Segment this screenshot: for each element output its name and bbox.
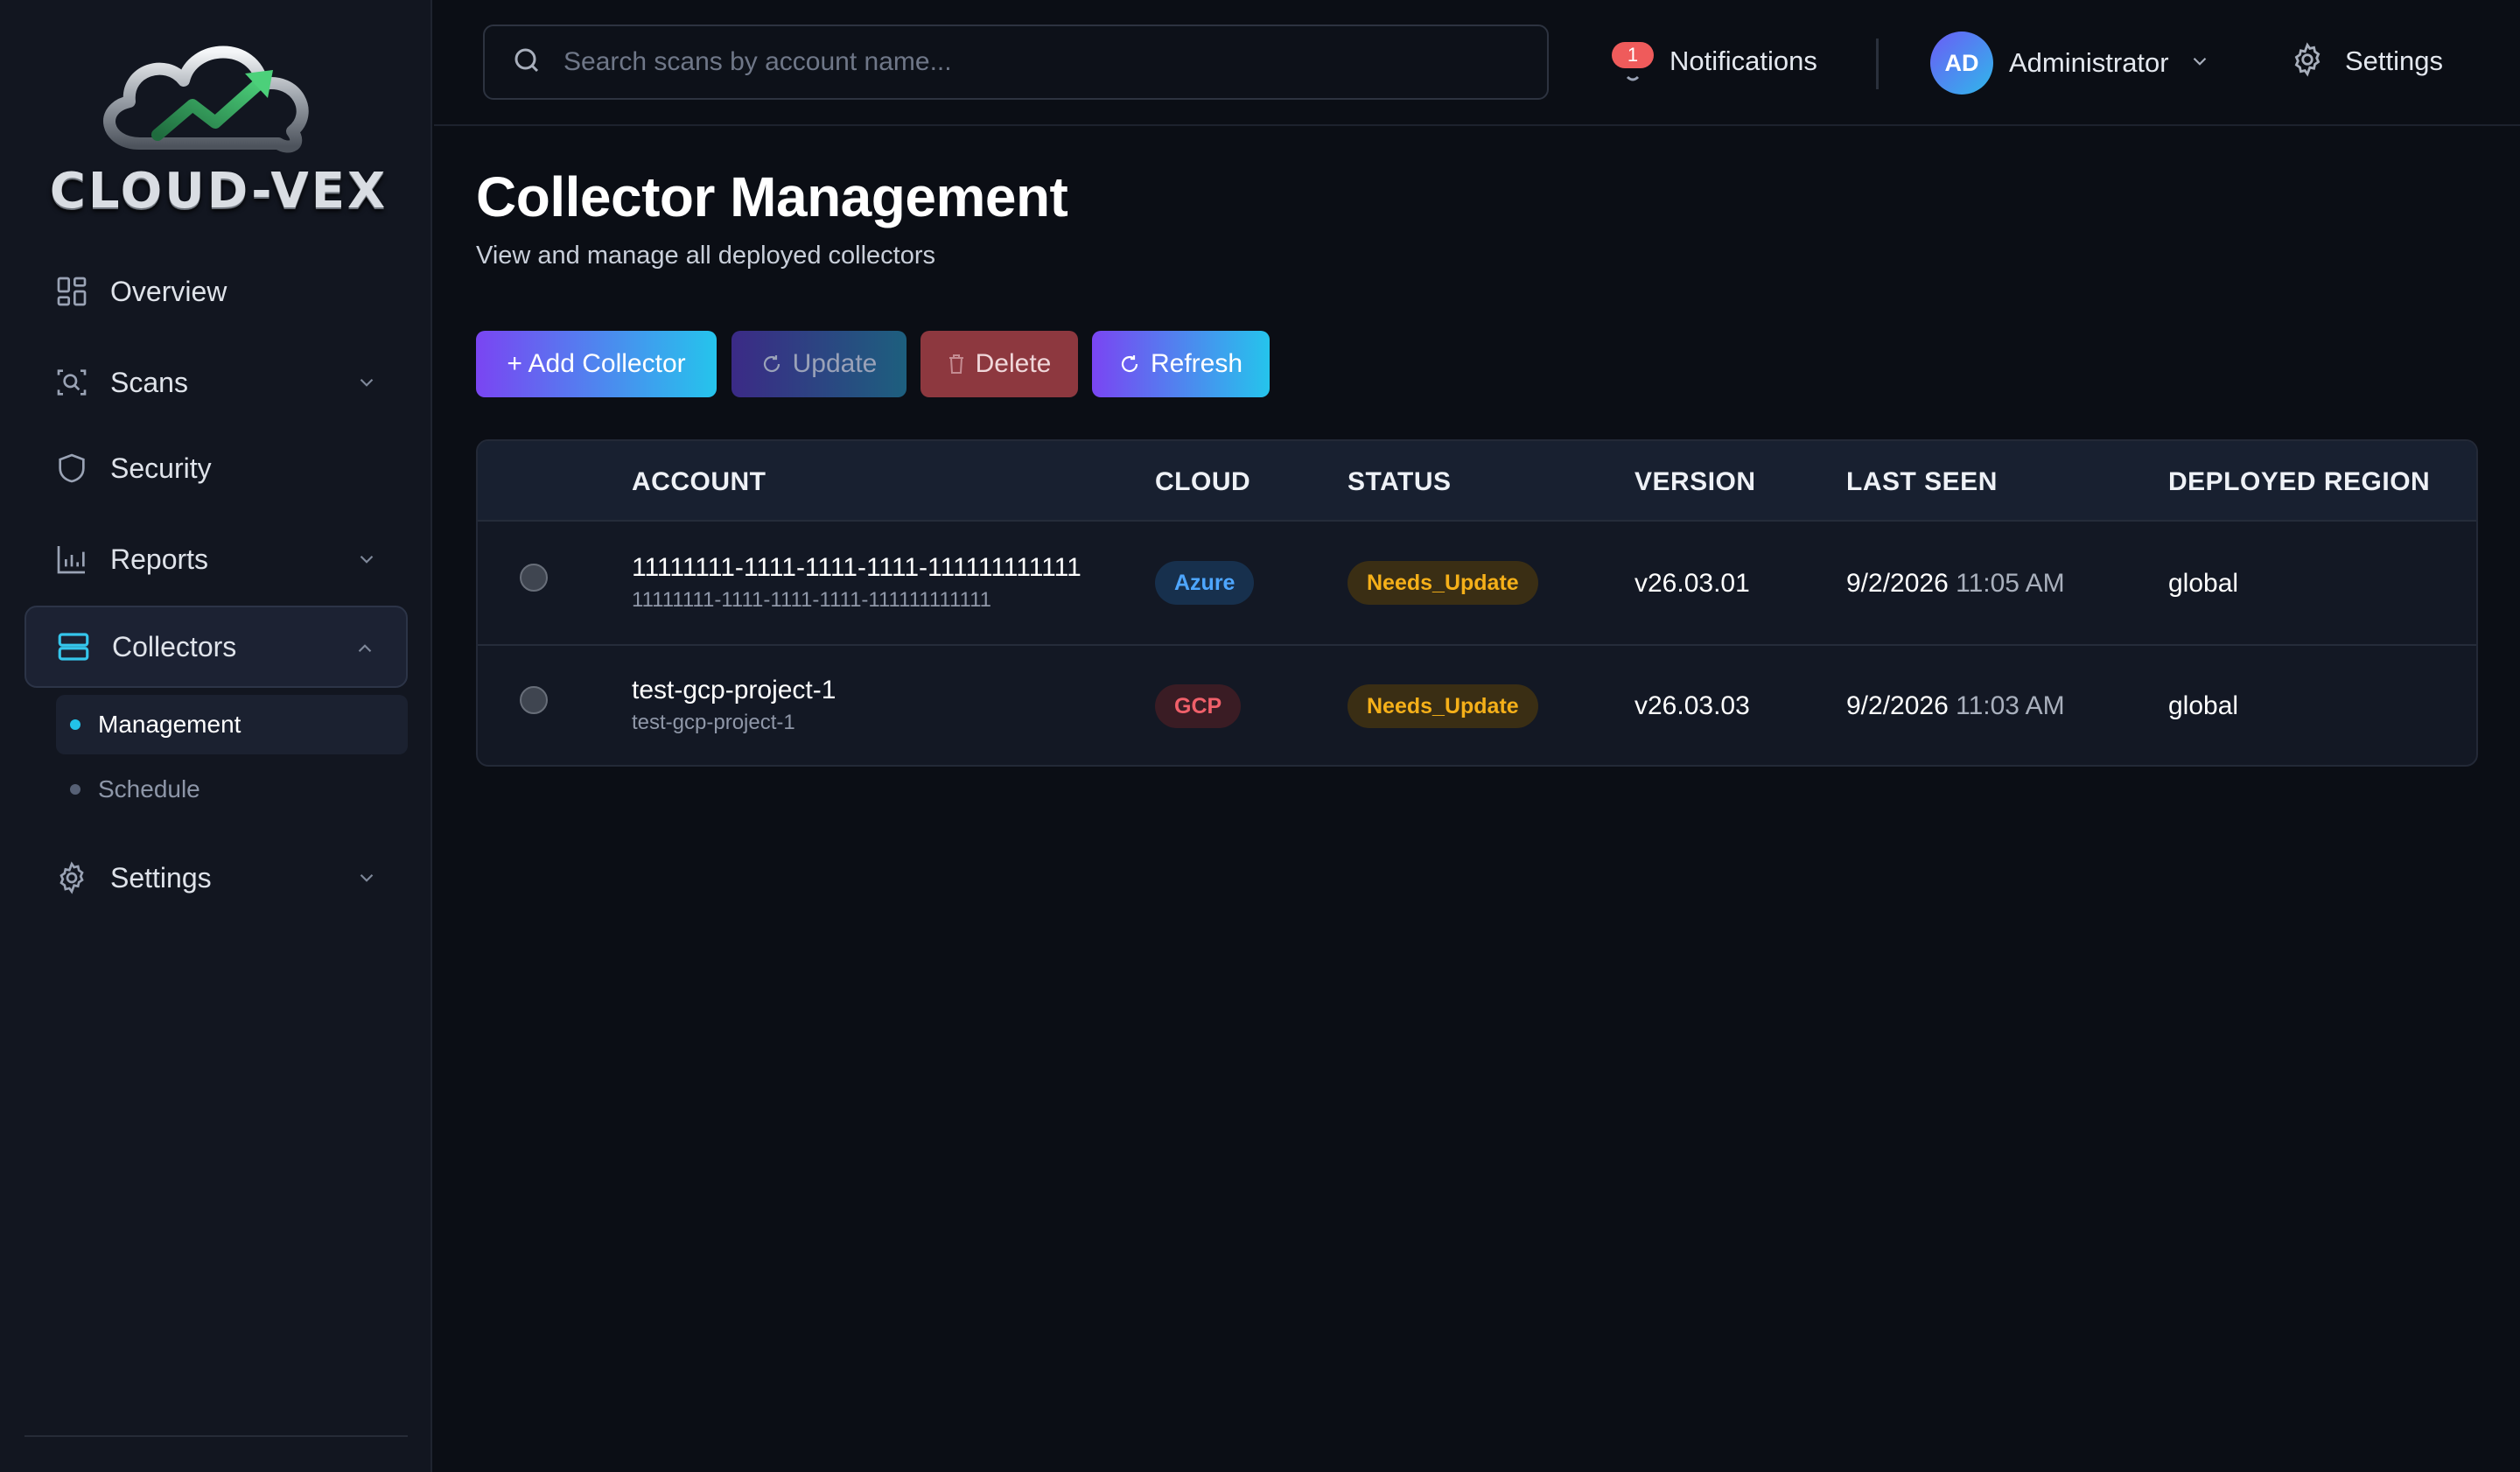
account-id: 11111111-1111-1111-1111-111111111111	[632, 588, 991, 612]
last-seen-date: 9/2/2026	[1846, 569, 1949, 598]
collectors-table: ACCOUNT CLOUD STATUS VERSION LAST SEEN D…	[476, 439, 2478, 767]
status-badge: Needs_Update	[1348, 561, 1538, 605]
grid-icon	[52, 272, 91, 311]
notifications-button[interactable]: 1 Notifications	[1612, 35, 1817, 88]
sidebar-item-reports[interactable]: Reports	[24, 518, 408, 600]
version-cell: v26.03.01	[1634, 569, 1750, 598]
row-select-radio[interactable]	[520, 564, 548, 592]
refresh-icon	[1119, 354, 1140, 375]
column-header-cloud[interactable]: CLOUD	[1155, 467, 1250, 497]
last-seen-date: 9/2/2026	[1846, 691, 1949, 720]
avatar: AD	[1930, 32, 1993, 95]
sidebar-item-label: Scans	[110, 366, 188, 398]
table-header: ACCOUNT CLOUD STATUS VERSION LAST SEEN D…	[478, 441, 2476, 522]
column-header-version[interactable]: VERSION	[1634, 467, 1756, 497]
sidebar: CLOUD-VEX Overview Scans Security Report…	[0, 0, 432, 1472]
account-name: 11111111-1111-1111-1111-111111111111	[632, 553, 1082, 582]
gear-icon	[2289, 41, 2326, 82]
row-select-radio[interactable]	[520, 686, 548, 714]
search-icon	[511, 45, 542, 81]
sidebar-item-settings[interactable]: Settings	[24, 837, 408, 919]
update-label: Update	[792, 349, 878, 378]
search-box[interactable]	[483, 25, 1549, 100]
notifications-label: Notifications	[1670, 46, 1817, 76]
page-title: Collector Management	[476, 165, 1068, 228]
chevron-down-icon	[355, 548, 378, 575]
sidebar-divider	[24, 1435, 408, 1437]
page-subtitle: View and manage all deployed collectors	[476, 242, 936, 270]
last-seen-time: 11:03 AM	[1956, 691, 2065, 720]
column-header-deployed-region[interactable]: DEPLOYED REGION	[2168, 467, 2430, 497]
sidebar-subitem-label: Management	[98, 711, 242, 738]
sidebar-item-label: Reports	[110, 543, 209, 575]
logo-wordmark: CLOUD-VEX	[49, 163, 388, 220]
header-settings-button[interactable]: Settings	[2289, 35, 2443, 88]
column-header-last-seen[interactable]: LAST SEEN	[1846, 467, 1998, 497]
notification-count-badge: 1	[1612, 42, 1654, 68]
column-header-account[interactable]: ACCOUNT	[632, 467, 766, 497]
user-name: Administrator	[2009, 47, 2169, 78]
sidebar-item-label: Settings	[110, 861, 212, 894]
last-seen-time: 11:05 AM	[1956, 569, 2065, 598]
table-row[interactable]: test-gcp-project-1 test-gcp-project-1 GC…	[478, 646, 2476, 765]
sidebar-item-label: Security	[110, 452, 212, 484]
refresh-label: Refresh	[1150, 349, 1243, 378]
search-input[interactable]	[564, 36, 1547, 88]
sidebar-item-label: Collectors	[112, 630, 237, 662]
last-seen-cell: 9/2/2026 11:03 AM	[1846, 691, 2065, 721]
last-seen-cell: 9/2/2026 11:05 AM	[1846, 569, 2065, 599]
bell-icon: 1	[1612, 35, 1654, 88]
app-root: CLOUD-VEX Overview Scans Security Report…	[0, 0, 2520, 1472]
delete-label: Delete	[975, 349, 1052, 378]
logo-cloud-icon	[103, 46, 309, 153]
chevron-down-icon	[355, 371, 378, 398]
sidebar-item-overview[interactable]: Overview	[24, 250, 408, 333]
shield-icon	[52, 449, 91, 487]
version-cell: v26.03.03	[1634, 691, 1750, 720]
sidebar-subitem-management[interactable]: Management	[56, 695, 408, 754]
update-button[interactable]: Update	[732, 331, 906, 397]
inactive-dot	[70, 784, 80, 795]
cloud-badge: Azure	[1155, 561, 1255, 605]
cloud-vex-logo[interactable]: CLOUD-VEX	[44, 32, 394, 224]
table-row[interactable]: 11111111-1111-1111-1111-111111111111 111…	[478, 522, 2476, 644]
top-header: 1 Notifications AD Administrator Setting…	[434, 0, 2520, 126]
add-collector-button[interactable]: + Add Collector	[476, 331, 717, 397]
sidebar-item-security[interactable]: Security	[24, 427, 408, 509]
user-menu[interactable]: AD Administrator	[1930, 30, 2211, 96]
bar-chart-icon	[52, 540, 91, 578]
chevron-down-icon	[2188, 50, 2211, 77]
account-id: test-gcp-project-1	[632, 711, 795, 734]
header-divider	[1876, 39, 1879, 89]
sidebar-item-label: Overview	[110, 275, 228, 307]
chevron-down-icon	[355, 866, 378, 894]
region-cell: global	[2168, 569, 2239, 598]
server-icon	[54, 627, 93, 666]
sidebar-subitem-schedule[interactable]: Schedule	[56, 760, 408, 819]
sidebar-item-collectors[interactable]: Collectors	[24, 606, 408, 688]
region-cell: global	[2168, 691, 2239, 720]
gear-icon	[52, 859, 91, 897]
sidebar-subitem-label: Schedule	[98, 775, 200, 803]
account-name: test-gcp-project-1	[632, 676, 836, 704]
trash-icon	[948, 354, 965, 375]
rotate-icon	[761, 354, 782, 375]
column-header-status[interactable]: STATUS	[1348, 467, 1452, 497]
cloud-badge: GCP	[1155, 684, 1242, 728]
add-collector-label: + Add Collector	[507, 349, 686, 378]
chevron-up-icon	[354, 637, 376, 664]
scan-icon	[52, 363, 91, 402]
sidebar-item-scans[interactable]: Scans	[24, 341, 408, 424]
delete-button[interactable]: Delete	[920, 331, 1078, 397]
active-dot	[70, 719, 80, 730]
refresh-button[interactable]: Refresh	[1092, 331, 1270, 397]
status-badge: Needs_Update	[1348, 684, 1538, 728]
settings-label: Settings	[2345, 46, 2444, 76]
